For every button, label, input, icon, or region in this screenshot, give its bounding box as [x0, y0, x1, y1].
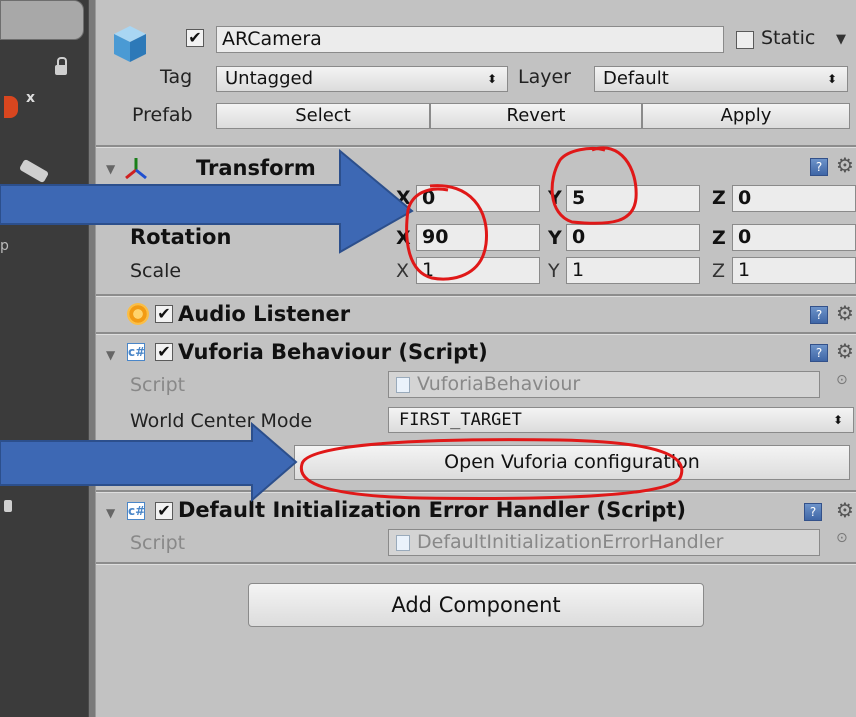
annotation-arrow-transform-icon [0, 148, 414, 254]
annotation-ellipse-button-icon [299, 438, 684, 500]
annotation-circle-y-icon [550, 146, 638, 225]
annotation-overlay [0, 146, 684, 503]
annotation-circle-x-icon [405, 184, 488, 281]
annotation-arrow-config-icon [0, 421, 298, 503]
